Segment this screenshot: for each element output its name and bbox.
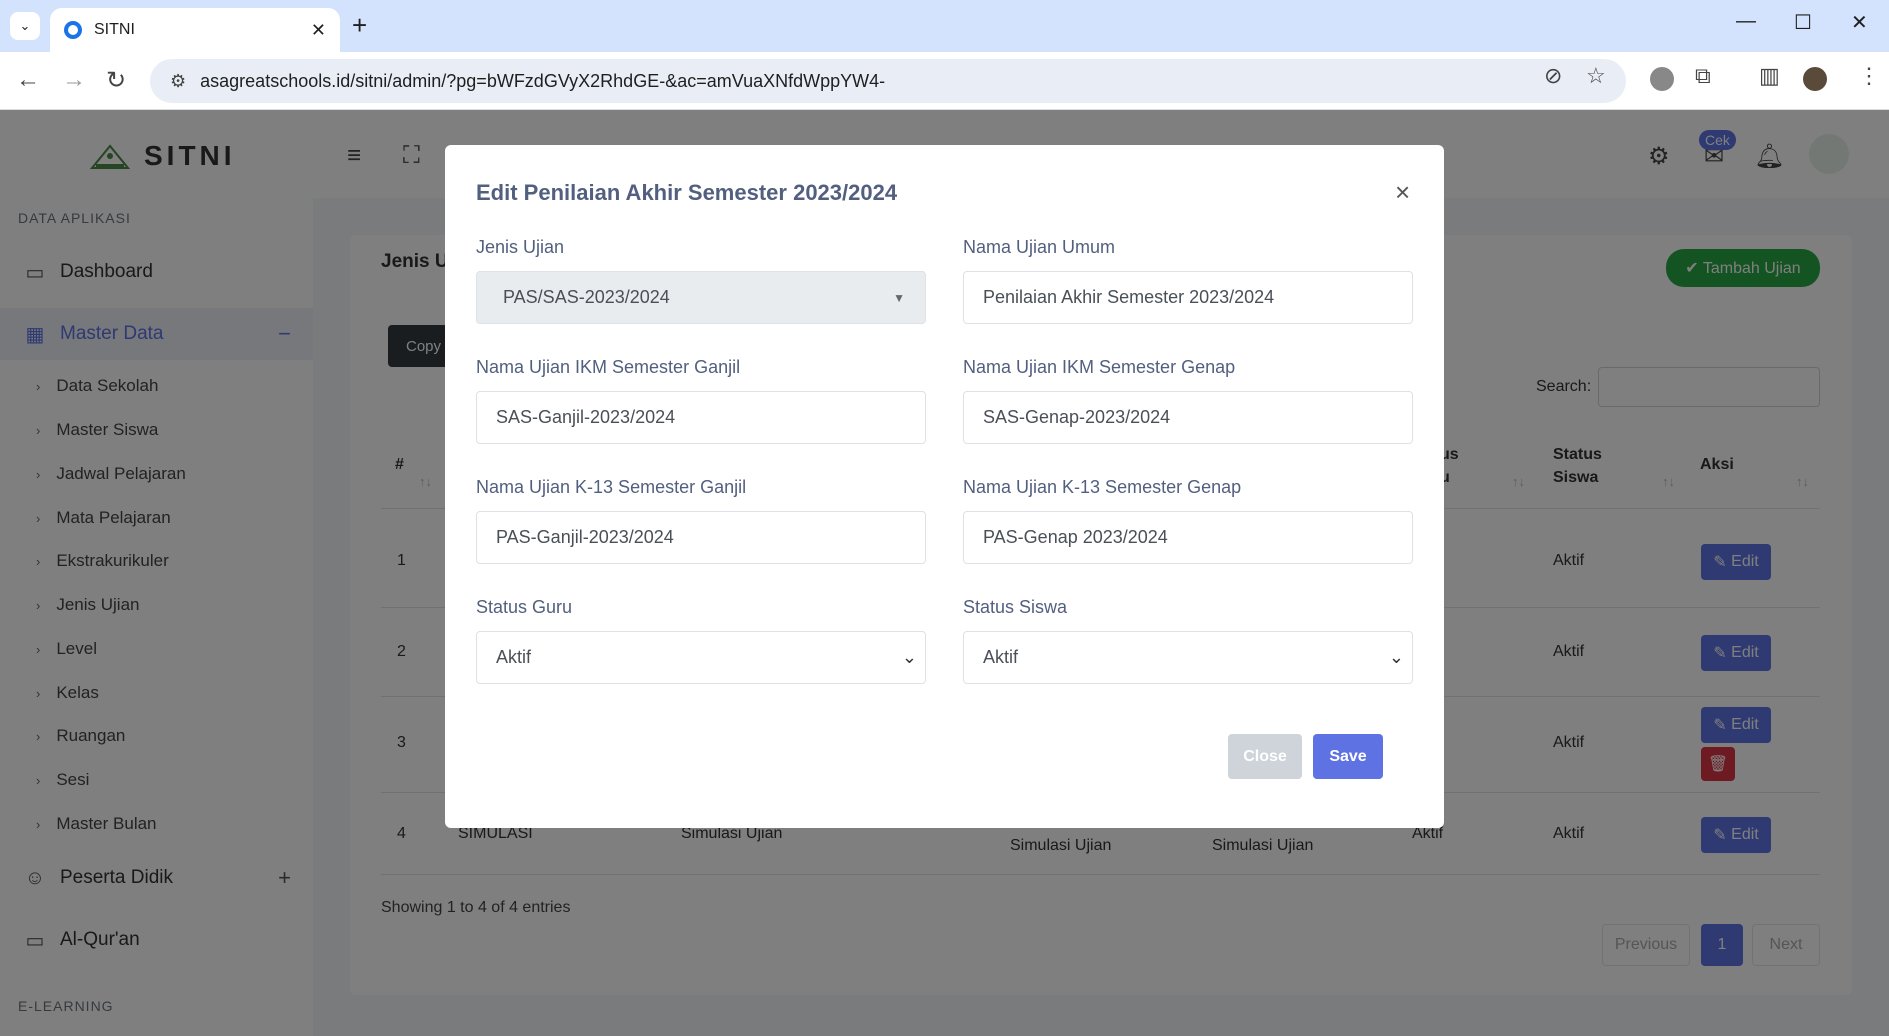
nama-umum-value: Penilaian Akhir Semester 2023/2024 (983, 287, 1275, 307)
k13-ganjil-label: Nama Ujian K-13 Semester Ganjil (476, 477, 747, 497)
browser-tabbar: ⌄ SITNI ✕ + — ☐ ✕ (0, 0, 1889, 52)
status-guru-label: Status Guru (476, 597, 573, 617)
modal-title: Edit Penilaian Akhir Semester 2023/2024 (476, 180, 898, 205)
jenis-ujian-label: Jenis Ujian (476, 237, 565, 257)
puzzle-icon[interactable]: ⧉ (1695, 63, 1711, 89)
close-icon[interactable]: × (1395, 177, 1410, 208)
browser-tab[interactable]: SITNI ✕ (50, 8, 340, 52)
ikm-genap-input[interactable]: SAS-Genap-2023/2024 (963, 391, 1413, 444)
status-siswa-label: Status Siswa (963, 597, 1068, 617)
k13-ganjil-value: PAS-Ganjil-2023/2024 (496, 527, 674, 547)
tab-title: SITNI (94, 21, 135, 38)
browser-toolbar: ← → ↻ ⚙ asagreatschools.id/sitni/admin/?… (0, 52, 1889, 110)
plus-icon[interactable]: + (352, 10, 367, 41)
jenis-ujian-value: PAS/SAS-2023/2024 (503, 287, 670, 307)
ikm-ganjil-value: SAS-Ganjil-2023/2024 (496, 407, 676, 427)
back-icon[interactable]: ← (16, 66, 40, 94)
k13-genap-input[interactable]: PAS-Genap 2023/2024 (963, 511, 1413, 564)
nama-umum-input[interactable]: Penilaian Akhir Semester 2023/2024 (963, 271, 1413, 324)
globe-icon (64, 21, 82, 39)
k13-ganjil-input[interactable]: PAS-Ganjil-2023/2024 (476, 511, 926, 564)
sidepanel-icon[interactable]: ▥ (1759, 63, 1780, 89)
nama-umum-label: Nama Ujian Umum (963, 237, 1116, 257)
jenis-ujian-select[interactable]: PAS/SAS-2023/2024 ▼ (476, 271, 926, 324)
edit-modal: Edit Penilaian Akhir Semester 2023/2024 … (445, 145, 1444, 828)
window-close-icon[interactable]: ✕ (1851, 10, 1868, 35)
forward-icon[interactable]: → (62, 66, 86, 94)
close-button[interactable]: Close (1228, 734, 1302, 779)
address-bar[interactable]: ⚙ asagreatschools.id/sitni/admin/?pg=bWF… (150, 59, 1626, 103)
eye-off-icon[interactable]: ⊘ (1544, 63, 1562, 89)
k13-genap-value: PAS-Genap 2023/2024 (983, 527, 1168, 547)
status-siswa-select[interactable]: Aktif ⌄ (963, 631, 1413, 684)
reload-icon[interactable]: ↻ (106, 66, 126, 95)
chevron-down-icon: ⌄ (901, 647, 917, 667)
ikm-genap-label: Nama Ujian IKM Semester Genap (963, 357, 1236, 377)
status-siswa-value: Aktif (983, 647, 1019, 667)
menu-icon[interactable]: ⋮ (1858, 63, 1880, 89)
status-guru-select[interactable]: Aktif ⌄ (476, 631, 926, 684)
url-text: asagreatschools.id/sitni/admin/?pg=bWFzd… (200, 70, 886, 91)
k13-genap-label: Nama Ujian K-13 Semester Genap (963, 477, 1242, 497)
ikm-ganjil-input[interactable]: SAS-Ganjil-2023/2024 (476, 391, 926, 444)
star-icon[interactable]: ☆ (1586, 63, 1606, 89)
tab-list-icon[interactable]: ⌄ (10, 12, 40, 40)
maximize-icon[interactable]: ☐ (1794, 10, 1812, 35)
profile-icon[interactable] (1803, 67, 1827, 91)
close-icon[interactable]: ✕ (311, 20, 326, 41)
ikm-genap-value: SAS-Genap-2023/2024 (983, 407, 1171, 427)
status-guru-value: Aktif (496, 647, 532, 667)
caret-down-icon: ▼ (893, 290, 905, 305)
extension-icon[interactable] (1650, 67, 1674, 91)
site-info-icon[interactable]: ⚙ (170, 71, 186, 92)
chevron-down-icon: ⌄ (1388, 647, 1404, 667)
save-button[interactable]: Save (1313, 734, 1383, 779)
ikm-ganjil-label: Nama Ujian IKM Semester Ganjil (476, 357, 741, 377)
minimize-icon[interactable]: — (1736, 10, 1756, 33)
